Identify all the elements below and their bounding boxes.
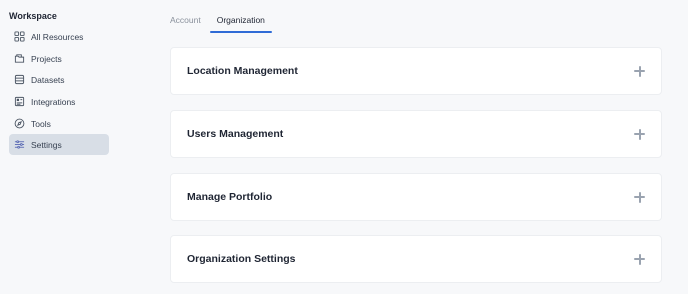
- sidebar-item-label: Tools: [31, 118, 51, 129]
- sidebar-item-tools[interactable]: Tools: [9, 113, 109, 134]
- section-title: Manage Portfolio: [187, 191, 273, 203]
- database-icon: [9, 74, 31, 85]
- sidebar-item-datasets[interactable]: Datasets: [9, 69, 109, 90]
- folder-icon: [9, 53, 31, 64]
- section-title: Location Management: [187, 65, 298, 77]
- plus-icon[interactable]: [634, 253, 645, 265]
- sidebar-item-projects[interactable]: Projects: [9, 48, 109, 69]
- sliders-icon: [9, 139, 31, 150]
- sidebar-item-label: Projects: [31, 53, 62, 64]
- section-manage-portfolio[interactable]: Manage Portfolio: [170, 173, 662, 221]
- sidebar-item-label: Settings: [31, 139, 62, 150]
- sidebar-item-all-resources[interactable]: All Resources: [9, 26, 109, 47]
- section-location-management[interactable]: Location Management: [170, 47, 662, 95]
- sidebar: Workspace All Resources Projects Dataset…: [0, 0, 140, 294]
- plus-icon[interactable]: [634, 65, 645, 77]
- tab-account[interactable]: Account: [164, 10, 207, 33]
- workspace-title: Workspace: [9, 11, 57, 21]
- plus-icon[interactable]: [634, 191, 645, 203]
- settings-tabs: Account Organization: [164, 10, 273, 33]
- sidebar-item-label: Datasets: [31, 74, 65, 85]
- sidebar-item-label: All Resources: [31, 31, 84, 42]
- plus-icon[interactable]: [634, 128, 645, 140]
- sidebar-item-settings[interactable]: Settings: [9, 134, 109, 155]
- sidebar-item-label: Integrations: [31, 96, 76, 107]
- sidebar-item-integrations[interactable]: Integrations: [9, 91, 109, 112]
- grid-icon: [9, 31, 31, 42]
- section-title: Organization Settings: [187, 253, 296, 265]
- section-organization-settings[interactable]: Organization Settings: [170, 235, 662, 283]
- section-users-management[interactable]: Users Management: [170, 110, 662, 158]
- integrations-icon: [9, 96, 31, 107]
- section-title: Users Management: [187, 128, 284, 140]
- tab-organization[interactable]: Organization: [209, 10, 273, 33]
- compass-icon: [9, 118, 31, 129]
